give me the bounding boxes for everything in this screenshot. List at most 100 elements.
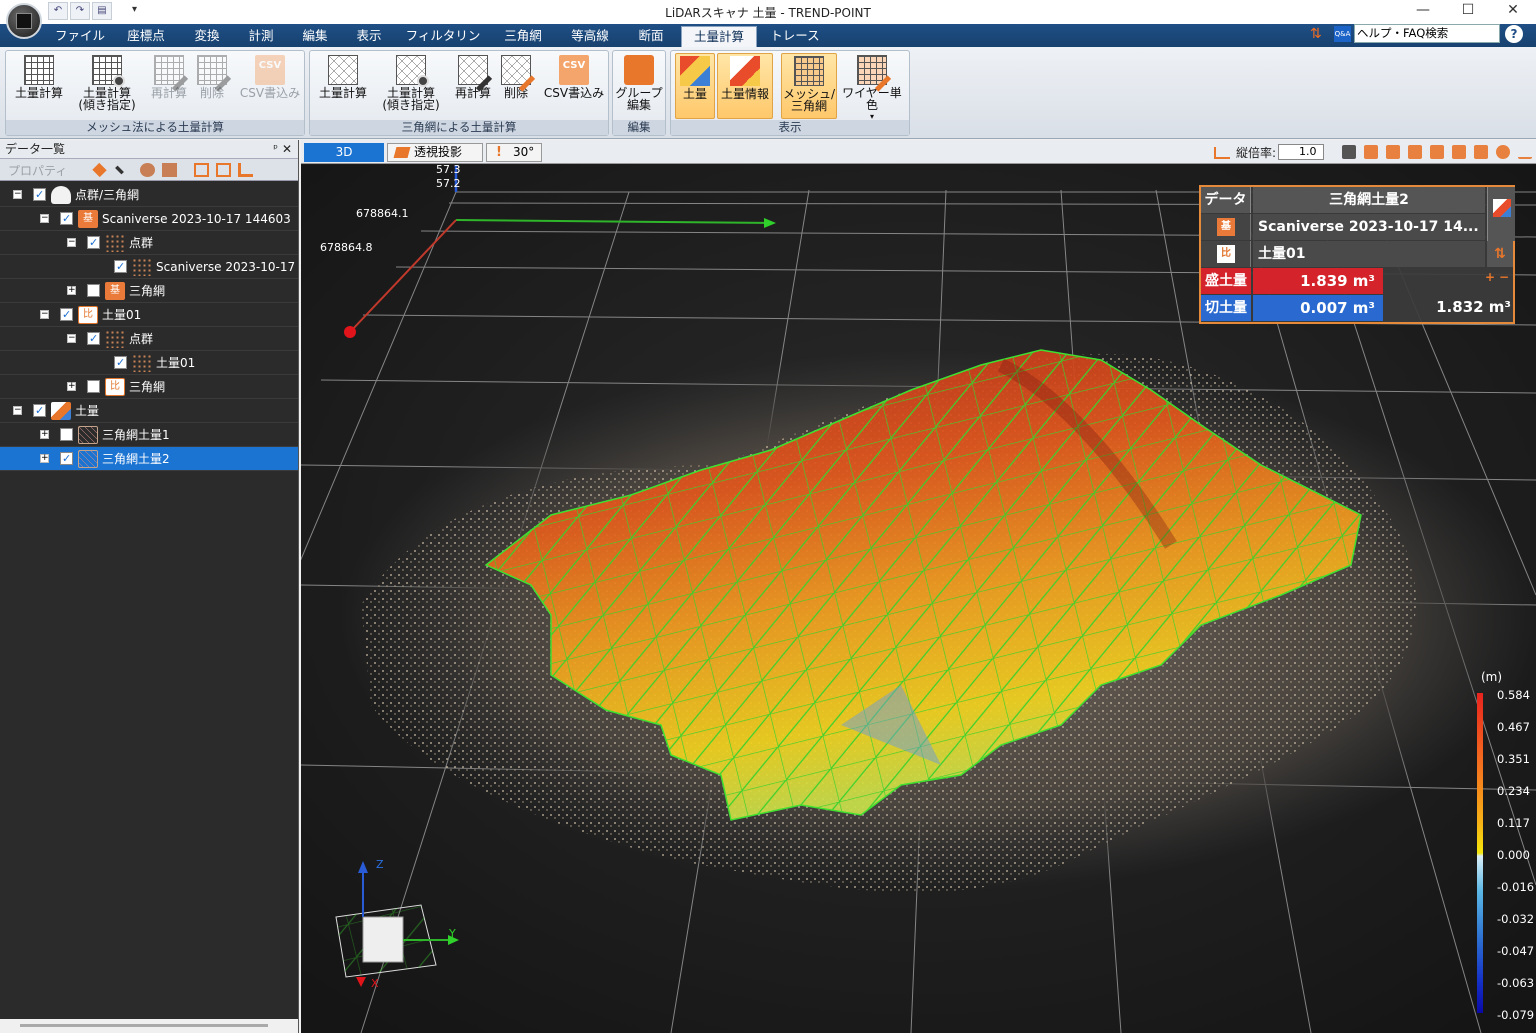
help-search-input[interactable]: ヘルプ・FAQ検索 bbox=[1354, 24, 1500, 43]
mesh-csv-write-button[interactable]: CSV CSV書込み bbox=[238, 53, 302, 119]
pin-icon[interactable]: ᵖ bbox=[273, 140, 278, 158]
tab-points[interactable]: 座標点 bbox=[117, 26, 175, 47]
view-3d-tab[interactable]: 3D bbox=[304, 143, 384, 162]
show-mesh-tin-button[interactable]: メッシュ/ 三角網 bbox=[781, 53, 837, 119]
tab-view[interactable]: 表示 bbox=[346, 26, 392, 47]
panel-close-icon[interactable]: ✕ bbox=[282, 140, 292, 158]
collapse-icon[interactable]: − bbox=[67, 334, 76, 343]
tab-filtering[interactable]: フィルタリング bbox=[400, 26, 486, 63]
brush-icon[interactable] bbox=[115, 165, 124, 175]
tree-row[interactable]: − 基 Scaniverse 2023-10-17 144603 bbox=[0, 207, 298, 231]
view-left-icon[interactable] bbox=[1408, 145, 1422, 159]
view-angle-button[interactable]: 30° bbox=[486, 143, 542, 162]
tab-transform[interactable]: 変換 bbox=[184, 26, 230, 47]
view-front-icon[interactable] bbox=[1386, 145, 1400, 159]
view-misc-icon[interactable] bbox=[1518, 145, 1532, 159]
vertical-scale-input[interactable]: 1.0 bbox=[1278, 144, 1324, 160]
scrollbar-thumb[interactable] bbox=[20, 1024, 268, 1027]
expand-all-icon[interactable] bbox=[194, 163, 209, 177]
collapse-icon[interactable]: − bbox=[13, 190, 22, 199]
tree-order-icon[interactable] bbox=[238, 163, 253, 177]
group-edit-button[interactable]: グループ 編集 bbox=[615, 53, 663, 119]
mesh-recalc-button[interactable]: 再計算 bbox=[146, 53, 192, 119]
tree-row[interactable]: − 点群 bbox=[0, 327, 298, 351]
points-tool-icon[interactable] bbox=[140, 163, 155, 177]
tin-csv-write-button[interactable]: CSV CSV書込み bbox=[542, 53, 606, 119]
visibility-checkbox[interactable] bbox=[33, 183, 46, 207]
visibility-checkbox[interactable] bbox=[60, 428, 73, 441]
view-iso-icon[interactable] bbox=[1496, 145, 1510, 159]
tree-row[interactable]: Scaniverse 2023-10-17 1446 bbox=[0, 255, 329, 279]
view-bottom-icon[interactable] bbox=[1474, 145, 1488, 159]
visibility-checkbox[interactable] bbox=[60, 447, 73, 471]
tin-recalc-button[interactable]: 再計算 bbox=[450, 53, 496, 119]
mesh-delete-button[interactable]: 削除 bbox=[194, 53, 232, 119]
tin-volume-tilt-button[interactable]: 土量計算 (傾き指定) bbox=[376, 53, 446, 119]
tree-row[interactable]: − 点群/三角網 bbox=[0, 183, 298, 207]
visibility-checkbox[interactable] bbox=[114, 351, 127, 375]
visibility-checkbox[interactable] bbox=[60, 207, 73, 231]
home-view-icon[interactable] bbox=[1342, 145, 1356, 159]
property-button[interactable]: プロパティ bbox=[8, 162, 67, 179]
app-menu-button[interactable] bbox=[6, 3, 42, 39]
wire-single-color-button[interactable]: ワイヤー単色 ▾ bbox=[837, 53, 907, 121]
collapse-icon[interactable]: − bbox=[67, 238, 76, 247]
tin-delete-button[interactable]: 削除 bbox=[498, 53, 536, 119]
tree-row[interactable]: + 比三角網 bbox=[0, 375, 298, 399]
tree-row[interactable]: 土量01 bbox=[0, 351, 298, 375]
tree-row[interactable]: + 三角網土量1 bbox=[0, 423, 298, 447]
plus-icon[interactable]: + bbox=[1485, 270, 1495, 284]
expand-icon[interactable]: + bbox=[67, 382, 76, 391]
tab-contour[interactable]: 等高線 bbox=[561, 26, 619, 47]
tab-edit[interactable]: 編集 bbox=[292, 26, 338, 47]
visibility-checkbox[interactable] bbox=[114, 255, 127, 279]
view-right-icon[interactable] bbox=[1430, 145, 1444, 159]
visibility-checkbox[interactable] bbox=[87, 327, 100, 351]
view-back-icon[interactable] bbox=[1452, 145, 1466, 159]
eraser-icon[interactable] bbox=[92, 162, 107, 178]
tab-trace[interactable]: トレース bbox=[765, 26, 825, 47]
tree-row[interactable]: − 比土量01 bbox=[0, 303, 298, 327]
minimize-button[interactable]: — bbox=[1401, 0, 1445, 22]
tab-section[interactable]: 断面 bbox=[628, 26, 674, 47]
visibility-checkbox[interactable] bbox=[87, 380, 100, 393]
perspective-projection-button[interactable]: 透視投影 bbox=[387, 143, 483, 162]
collapse-icon[interactable]: − bbox=[40, 310, 49, 319]
expand-icon[interactable]: + bbox=[67, 286, 76, 295]
3d-viewer[interactable]: 3D 透視投影 30° 縦倍率: 1.0 bbox=[301, 140, 1536, 1033]
view-top-icon[interactable] bbox=[1364, 145, 1378, 159]
collapse-icon[interactable]: − bbox=[13, 406, 22, 415]
tree-row[interactable]: − 土量 bbox=[0, 399, 298, 423]
tab-measure[interactable]: 計測 bbox=[238, 26, 284, 47]
tab-tin[interactable]: 三角網 bbox=[494, 26, 552, 47]
maximize-button[interactable]: ☐ bbox=[1446, 0, 1490, 22]
close-button[interactable]: ✕ bbox=[1491, 0, 1535, 22]
collapse-icon[interactable]: − bbox=[40, 214, 49, 223]
expand-icon[interactable]: + bbox=[40, 454, 49, 463]
mesh-volume-calc-button[interactable]: 土量計算 bbox=[8, 53, 70, 119]
mesh-volume-tilt-button[interactable]: 土量計算 (傾き指定) bbox=[72, 53, 142, 119]
qa-icon[interactable]: Q&A bbox=[1334, 26, 1351, 42]
visibility-checkbox[interactable] bbox=[33, 399, 46, 423]
show-volume-button[interactable]: 土量 bbox=[675, 53, 715, 119]
legend-tick-label: 0.351 bbox=[1497, 752, 1530, 766]
collapse-all-icon[interactable] bbox=[216, 163, 231, 177]
help-button[interactable]: ? bbox=[1505, 25, 1523, 43]
tab-file[interactable]: ファイル bbox=[52, 26, 108, 47]
volume-settings-icon[interactable] bbox=[1487, 187, 1515, 241]
show-volume-info-button[interactable]: 土量情報 bbox=[717, 53, 773, 119]
visibility-checkbox[interactable] bbox=[87, 284, 100, 297]
minus-icon[interactable]: − bbox=[1499, 270, 1509, 284]
tree-row[interactable]: − 点群 bbox=[0, 231, 298, 255]
visibility-checkbox[interactable] bbox=[60, 303, 73, 327]
visibility-checkbox[interactable] bbox=[87, 231, 100, 255]
points-tool2-icon[interactable] bbox=[162, 163, 177, 177]
horizontal-scrollbar[interactable] bbox=[0, 1019, 298, 1033]
tin-volume-calc-button[interactable]: 土量計算 bbox=[312, 53, 374, 119]
expand-icon[interactable]: + bbox=[40, 430, 49, 439]
tree-row[interactable]: + 三角網土量2 bbox=[0, 447, 298, 471]
tree-row[interactable]: + 基三角網 bbox=[0, 279, 298, 303]
swap-icon[interactable]: ⇅ bbox=[1487, 241, 1513, 267]
sort-arrows-icon[interactable]: ⇅ bbox=[1310, 26, 1322, 42]
tab-volume[interactable]: 土量計算 bbox=[681, 26, 757, 47]
